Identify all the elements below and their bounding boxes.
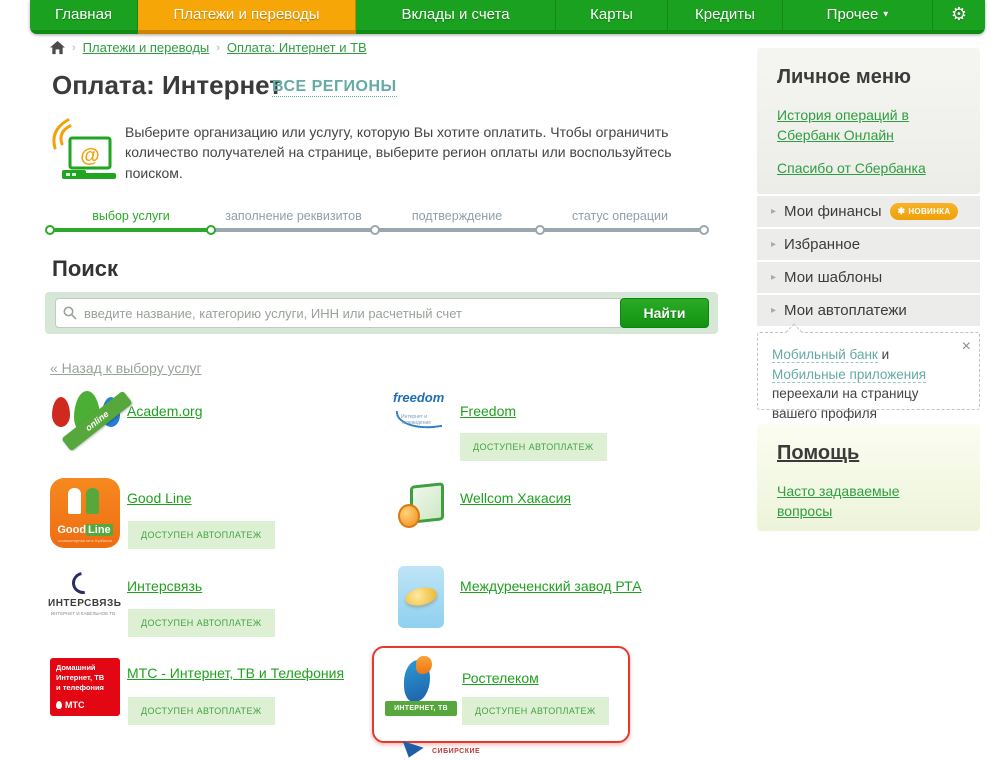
novinka-badge: ✱НОВИНКА [890,203,959,220]
provider-logo-rostelecom[interactable] [398,656,438,704]
top-nav: Главная Платежи и переводы Вклады и счет… [30,0,985,34]
page-description: Выберите организацию или услугу, которую… [125,122,705,183]
progress-segment [375,228,540,232]
mts-egg-icon [56,701,62,709]
step-label-select-service: выбор услуги [66,209,196,223]
spasibo-link[interactable]: Спасибо от Сбербанка [777,158,960,178]
chevron-right-icon: ▸ [771,305,776,316]
provider-logo-mts[interactable]: Домашний Интернет, ТВ и телефония МТС [50,658,120,716]
provider-link-freedom[interactable]: Freedom [460,403,516,419]
provider-logo-wellcom[interactable] [398,482,450,532]
gear-icon: ⚙ [951,4,967,25]
help-box: Помощь Часто задаваемые вопросы [757,424,980,531]
academ-pin-red [52,397,70,427]
autopay-badge-goodline: ДОСТУПЕН АВТОПЛАТЕЖ [128,521,275,549]
personal-menu-title: Личное меню [777,66,960,89]
step-dot [370,225,380,235]
search-input[interactable] [55,298,623,328]
close-icon[interactable]: × [962,335,971,358]
provider-link-academ[interactable]: Academ.org [127,403,202,419]
sidebar-item-favorites[interactable]: ▸ Избранное [757,229,980,260]
step-dot [699,225,709,235]
help-title[interactable]: Помощь [777,442,960,465]
provider-logo-freedom[interactable]: freedom Интернет и телевидение [393,390,449,440]
goodline-figure-green [86,488,99,514]
chevron-right-icon: ▸ [771,206,776,217]
provider-link-mts[interactable]: МТС - Интернет, ТВ и Телефония [127,665,344,681]
step-dot [535,225,545,235]
notice-pointer [786,324,803,341]
breadcrumb-separator: › [216,42,220,54]
autopay-badge-intersvyaz: ДОСТУПЕН АВТОПЛАТЕЖ [128,609,275,637]
breadcrumb-separator: › [72,42,76,54]
provider-link-intersvyaz[interactable]: Интерсвязь [127,578,202,594]
nav-tab-credits[interactable]: Кредиты [668,0,783,34]
mzrta-dish [404,585,439,608]
sibseti-logo-partial [398,741,423,761]
breadcrumb: › Платежи и переводы › Оплата: Интернет … [50,40,367,55]
search-heading: Поиск [52,256,118,282]
intersvyaz-symbol [68,568,99,599]
all-regions-link[interactable]: ВСЕ РЕГИОНЫ [272,78,397,97]
provider-logo-mzrta[interactable] [398,566,444,628]
search-submit-button[interactable]: Найти [620,298,709,328]
autopay-badge-rostelecom: ДОСТУПЕН АВТОПЛАТЕЖ [462,697,609,725]
progress-segment [540,228,704,232]
sparkle-icon: ✱ [898,206,906,217]
history-link[interactable]: История операций в Сбербанк Онлайн [777,105,960,146]
autopay-badge-mts: ДОСТУПЕН АВТОПЛАТЕЖ [128,697,275,725]
back-to-services-link[interactable]: « Назад к выбору услуг [50,360,202,376]
step-label-confirmation: подтверждение [382,209,532,223]
nav-tab-other[interactable]: Прочее▾ [783,0,933,34]
mobile-apps-link[interactable]: Мобильные приложения [772,367,926,383]
internet-laptop-icon: @ [48,118,122,186]
chevron-down-icon: ▾ [883,9,888,20]
autopay-badge-freedom: ДОСТУПЕН АВТОПЛАТЕЖ [460,433,607,461]
nav-tab-deposits[interactable]: Вклады и счета [356,0,556,34]
progress-segment [211,228,375,232]
mobile-bank-link[interactable]: Мобильный банк [772,347,878,363]
chevron-right-icon: ▸ [771,239,776,250]
personal-menu-box: Личное меню История операций в Сбербанк … [757,48,980,194]
provider-link-wellcom[interactable]: Wellcom Хакасия [460,490,571,506]
sidebar-item-my-templates[interactable]: ▸ Мои шаблоны [757,262,980,293]
step-label-fill-details: заполнение реквизитов [216,209,371,223]
chevron-right-icon: ▸ [771,272,776,283]
progress-segment-active [50,228,211,232]
step-dot [45,225,55,235]
sibseti-logo-text: СИБИРСКИЕ [432,748,480,755]
sidebar-item-my-autopayments[interactable]: ▸ Мои автоплатежи [757,295,980,326]
step-label-operation-status: статус операции [545,209,695,223]
nav-tab-cards[interactable]: Карты [556,0,668,34]
home-icon[interactable] [50,41,65,55]
goodline-figure-white [68,488,81,514]
provider-logo-goodline[interactable]: GoodLine компьютерная сеть Кузбасса [50,478,120,548]
provider-link-mzrta[interactable]: Междуреченский завод РТА [460,578,642,594]
faq-link[interactable]: Часто задаваемые вопросы [777,481,917,522]
svg-text:@: @ [80,145,100,167]
provider-logo-intersvyaz[interactable]: ИНТЕРСВЯЗЬ ИНТЕРНЕТ И КАБЕЛЬНОЕ ТВ [48,572,118,620]
provider-link-rostelecom[interactable]: Ростелеком [462,670,539,686]
sidebar-item-my-finances[interactable]: ▸ Мои финансы ✱НОВИНКА [757,196,980,227]
search-bar: Найти [45,292,718,334]
provider-link-goodline[interactable]: Good Line [127,490,192,506]
breadcrumb-link-payments[interactable]: Платежи и переводы [83,40,210,55]
step-dot [206,225,216,235]
nav-tab-home[interactable]: Главная [30,0,138,34]
nav-settings-button[interactable]: ⚙ [933,0,985,34]
rostelecom-internet-tv-tag: ИНТЕРНЕТ, ТВ [385,701,457,716]
nav-tab-payments[interactable]: Платежи и переводы [138,0,356,34]
provider-logo-academ[interactable]: online [50,383,124,457]
profile-move-notification: × Мобильный банк и Мобильные приложения … [757,332,980,410]
sberbank-online-page: Главная Платежи и переводы Вклады и счет… [0,0,1000,760]
breadcrumb-link-internet-tv[interactable]: Оплата: Интернет и ТВ [227,40,367,55]
rostelecom-swirl-orange [416,656,432,674]
wellcom-coin [398,504,420,528]
page-title: Оплата: Интернет [52,70,282,101]
